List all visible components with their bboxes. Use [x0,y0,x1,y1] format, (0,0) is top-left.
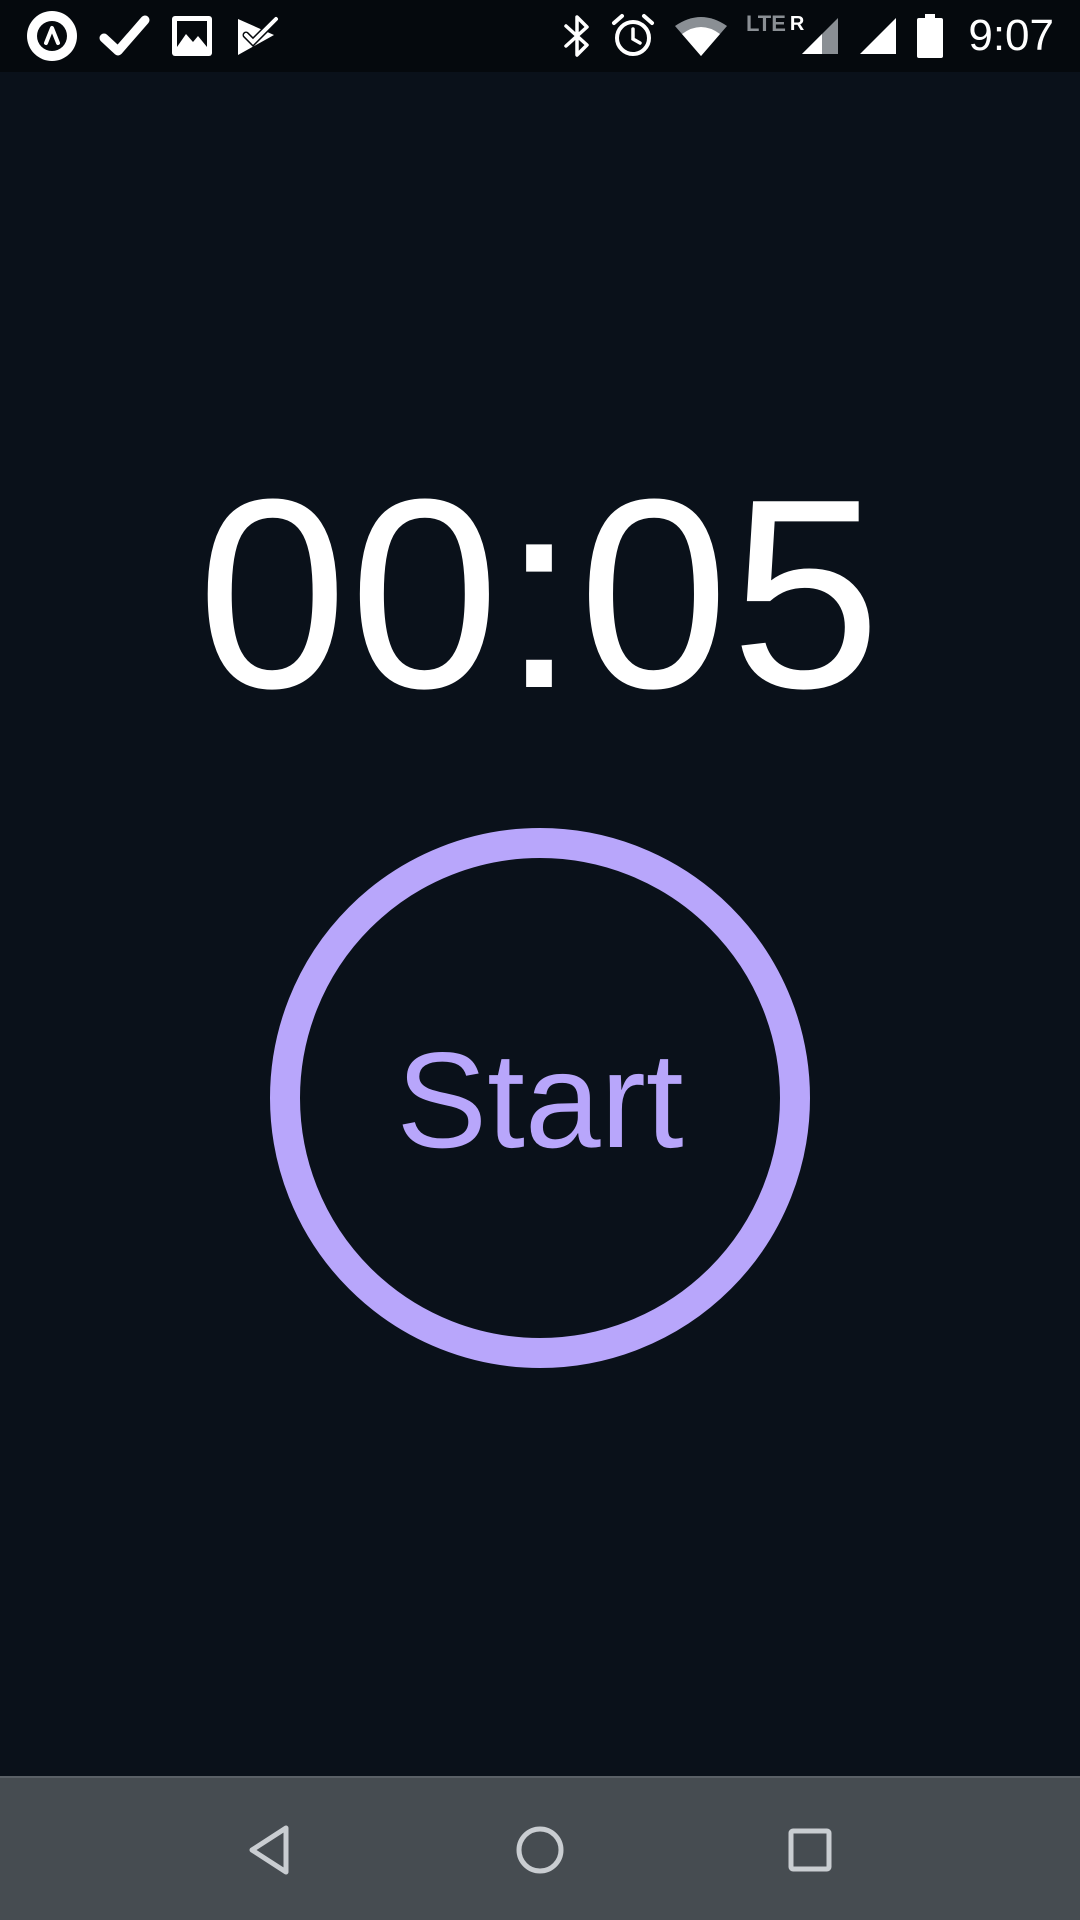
roaming-label: R [789,12,805,35]
system-icons: LTE R 9:07 [562,10,1054,62]
start-button-label: Start [396,1024,684,1176]
network-type-label: LTE [745,11,786,36]
back-button[interactable] [222,1802,318,1898]
timer-display: 00:05 [197,444,883,745]
recents-button[interactable] [762,1802,858,1898]
timer-screen: LTE R 9:07 00:05 Start [0,0,1080,1920]
back-icon [246,1824,294,1876]
status-bar: LTE R 9:07 [0,0,1080,72]
home-button[interactable] [492,1802,588,1898]
image-icon [170,14,214,58]
task-check-icon [234,13,280,59]
cell-signal-roaming-icon [800,16,840,56]
recents-icon [787,1827,833,1873]
notification-icons [26,10,280,62]
wifi-icon [674,14,728,58]
navigation-bar [0,1776,1080,1920]
battery-icon [916,12,944,60]
app-logo-icon [26,10,78,62]
cell-signal-icon [858,16,898,56]
home-icon [514,1824,566,1876]
status-clock: 9:07 [968,11,1054,60]
bluetooth-icon [562,13,592,59]
start-button[interactable]: Start [270,828,810,1368]
alarm-icon [610,13,656,59]
check-icon [98,10,150,62]
